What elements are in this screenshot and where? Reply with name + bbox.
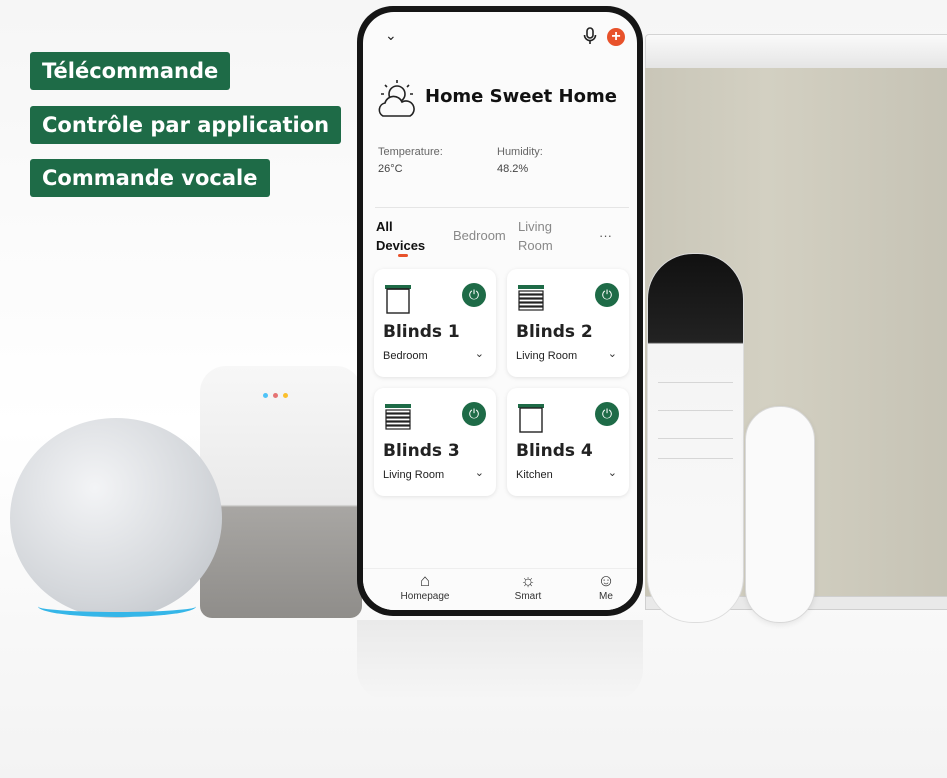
bottom-navigation: ⌂ Homepage ☼ Smart ☺ Me (363, 568, 637, 610)
tab-living-room[interactable]: Living Room (518, 217, 553, 255)
home-title: Home Sweet Home (425, 86, 617, 107)
cloud-sun-icon (378, 80, 415, 117)
smartphone: ⌄ + Home Sweet Home Temperature: 26°C Hu… (357, 6, 643, 616)
venetian-blind-icon (518, 285, 544, 311)
humidity-value: 48.2% (497, 163, 529, 175)
nav-label: Homepage (400, 591, 450, 602)
power-button[interactable]: ⏻ (462, 402, 486, 426)
badge-app-control: Contrôle par application (30, 106, 342, 144)
wall-remote (745, 406, 815, 623)
handheld-remote (647, 253, 744, 623)
power-button[interactable]: ⏻ (462, 283, 486, 307)
sun-icon: ☼ (520, 571, 536, 590)
roller-blind-icon (385, 285, 411, 314)
device-room: Living Room (383, 469, 445, 481)
app-screen: ⌄ + Home Sweet Home Temperature: 26°C Hu… (363, 12, 637, 610)
chevron-down-icon[interactable]: ⌄ (608, 466, 617, 479)
chevron-down-icon[interactable]: ⌄ (475, 466, 484, 479)
badge-remote: Télécommande (30, 52, 231, 90)
google-home-speaker (200, 366, 362, 618)
add-device-button[interactable]: + (607, 28, 625, 46)
power-button[interactable]: ⏻ (595, 402, 619, 426)
temperature-value: 26°C (378, 163, 403, 175)
nav-smart[interactable]: ☼ Smart (508, 571, 548, 602)
echo-light-ring (38, 596, 196, 617)
google-home-lights (263, 385, 303, 398)
power-button[interactable]: ⏻ (595, 283, 619, 307)
nav-label: Smart (514, 591, 542, 602)
blind-rail (645, 34, 947, 72)
device-name: Blinds 2 (516, 322, 593, 342)
device-card[interactable]: ⏻ Blinds 2 Living Room ⌄ (507, 269, 629, 377)
nav-label: Me (599, 591, 613, 602)
active-tab-indicator (398, 254, 408, 257)
chevron-down-icon[interactable]: ⌄ (385, 28, 397, 44)
device-room: Living Room (516, 350, 578, 362)
echo-dot-speaker (10, 418, 222, 618)
app-top-bar: ⌄ + (363, 12, 637, 62)
device-name: Blinds 3 (383, 441, 460, 461)
nav-homepage[interactable]: ⌂ Homepage (397, 571, 453, 602)
divider (375, 207, 629, 208)
badge-voice-command: Commande vocale (30, 159, 270, 197)
microphone-icon[interactable] (583, 27, 597, 45)
chevron-down-icon[interactable]: ⌄ (608, 347, 617, 360)
device-name: Blinds 1 (383, 322, 460, 342)
user-icon: ☺ (597, 571, 615, 590)
device-name: Blinds 4 (516, 441, 593, 461)
device-card[interactable]: ⏻ Blinds 4 Kitchen ⌄ (507, 388, 629, 496)
house-icon: ⌂ (419, 571, 431, 590)
roller-blind-icon (518, 404, 544, 433)
chevron-down-icon[interactable]: ⌄ (475, 347, 484, 360)
phone-reflection (357, 620, 643, 700)
device-card[interactable]: ⏻ Blinds 3 Living Room ⌄ (374, 388, 496, 496)
device-card[interactable]: ⏻ Blinds 1 Bedroom ⌄ (374, 269, 496, 377)
device-room: Bedroom (383, 350, 428, 362)
venetian-blind-icon (385, 404, 411, 430)
humidity-label: Humidity: (497, 146, 543, 158)
nav-me[interactable]: ☺ Me (591, 571, 621, 602)
tab-all-devices[interactable]: All Devices (376, 217, 425, 255)
device-room: Kitchen (516, 469, 553, 481)
more-tabs-button[interactable]: ··· (599, 226, 612, 245)
tab-bedroom[interactable]: Bedroom (453, 226, 506, 245)
temperature-label: Temperature: (378, 146, 443, 158)
